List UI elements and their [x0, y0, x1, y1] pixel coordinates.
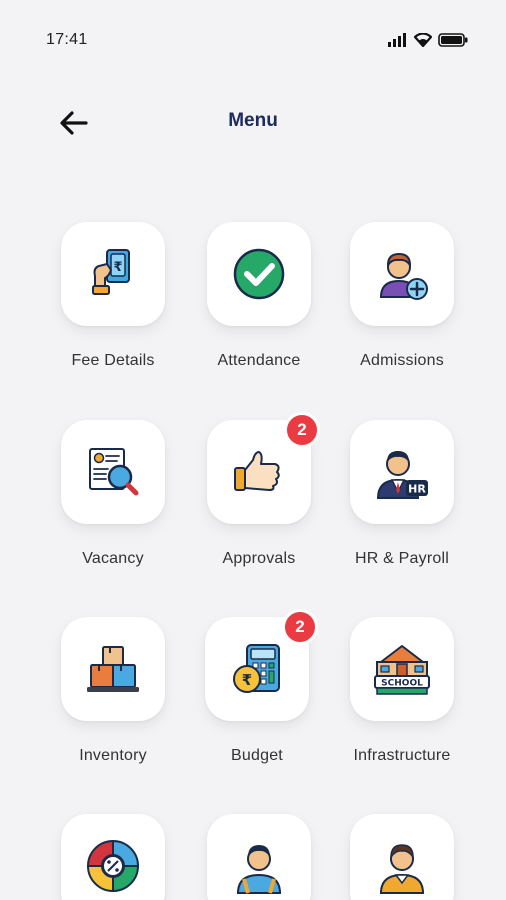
menu-item-vacancy[interactable]: Vacancy: [61, 420, 165, 568]
menu-item-label: Inventory: [79, 747, 147, 764]
menu-item-label: HR & Payroll: [355, 550, 449, 567]
percent-wheel-icon: [86, 839, 140, 893]
boxes-icon: [87, 646, 139, 692]
check-circle-icon: [233, 248, 285, 300]
calculator-rupee-icon: ₹: [233, 644, 280, 693]
person-add-icon: [379, 253, 428, 300]
menu-item-label: Budget: [231, 747, 283, 764]
menu-item-fee-details[interactable]: ₹ Fee Details: [61, 222, 165, 370]
svg-text:SCHOOL: SCHOOL: [381, 679, 423, 689]
signal-icon: [388, 33, 408, 47]
notification-badge: 2: [284, 412, 320, 448]
menu-item-hr-payroll[interactable]: HR HR & Payroll: [350, 420, 454, 568]
svg-text:₹: ₹: [113, 260, 122, 275]
menu-item-approvals[interactable]: 2 Approvals: [207, 412, 320, 568]
page-title: Menu: [228, 110, 278, 131]
menu-item-label: Infrastructure: [353, 747, 451, 764]
status-time: 17:41: [46, 31, 88, 48]
hand-rupee-card-icon: ₹: [92, 249, 130, 295]
menu-item-12[interactable]: [350, 814, 454, 900]
svg-text:HR: HR: [408, 483, 426, 496]
student-backpack-icon: [236, 845, 282, 894]
menu-item-label: Approvals: [222, 550, 296, 567]
status-bar: 17:41: [0, 0, 506, 80]
menu-item-attendance[interactable]: Attendance: [207, 222, 311, 370]
menu-item-label: Vacancy: [82, 550, 144, 567]
thumbs-up-icon: [234, 451, 280, 491]
menu-item-admissions[interactable]: Admissions: [350, 222, 454, 370]
document-search-icon: [89, 448, 139, 496]
svg-text:₹: ₹: [242, 671, 252, 689]
menu-item-label: Attendance: [217, 352, 301, 369]
battery-icon: [438, 33, 468, 47]
menu-item-10[interactable]: [61, 814, 165, 900]
menu-item-11[interactable]: [207, 814, 311, 900]
menu-item-budget[interactable]: ₹ 2 Budget: [205, 609, 318, 765]
school-building-icon: SCHOOL: [374, 645, 430, 695]
menu-item-label: Admissions: [360, 352, 444, 369]
header: Menu: [0, 100, 506, 146]
menu-item-label: Fee Details: [71, 352, 155, 369]
wifi-icon: [414, 33, 432, 47]
menu-item-inventory[interactable]: Inventory: [61, 617, 165, 765]
notification-badge: 2: [282, 609, 318, 645]
menu-item-infrastructure[interactable]: SCHOOL Infrastructure: [350, 617, 454, 765]
person-icon: [379, 844, 425, 894]
hr-person-icon: HR: [376, 451, 428, 499]
status-icons: [388, 33, 468, 47]
